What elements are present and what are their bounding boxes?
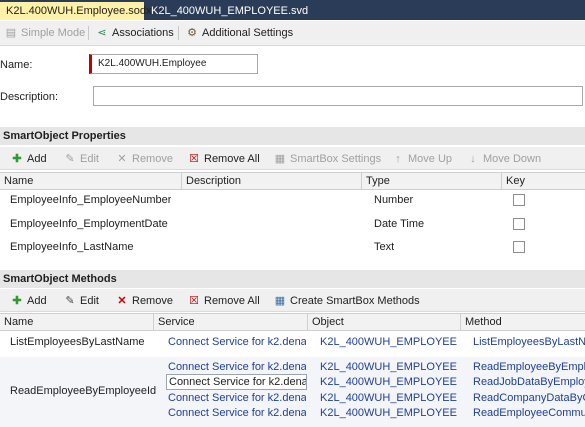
associations-icon: ⋖ xyxy=(97,27,107,39)
add-icon: ✚ xyxy=(12,153,22,165)
key-checkbox[interactable] xyxy=(513,218,525,230)
edit-method-button[interactable]: ✎ Edit xyxy=(63,293,99,309)
column-header-method[interactable]: Method xyxy=(461,314,585,330)
method-name: ReadEmployeeByEmployeeId xyxy=(10,385,157,397)
method-method: ReadEmployeeByEmploy xyxy=(473,361,585,373)
edit-property-button[interactable]: ✎ Edit xyxy=(63,151,99,167)
key-checkbox[interactable] xyxy=(513,241,525,253)
column-header-name[interactable]: Name xyxy=(0,173,182,189)
method-name: ListEmployeesByLastName xyxy=(10,336,145,348)
tab-label: K2L.400WUH.Employee.sodx xyxy=(6,5,152,17)
move-up-button[interactable]: ↑ Move Up xyxy=(391,151,452,167)
method-service: Connect Service for k2.denallix.c xyxy=(168,392,306,404)
tab-employee-svd[interactable]: K2L_400WUH_EMPLOYEE.svd xyxy=(145,2,314,20)
method-object: K2L_400WUH_EMPLOYEE xyxy=(320,407,457,419)
method-object: K2L_400WUH_EMPLOYEE xyxy=(320,361,457,373)
smartbox-settings-button[interactable]: ▦ SmartBox Settings xyxy=(273,151,381,167)
column-header-description[interactable]: Description xyxy=(182,173,362,189)
settings-icon: ⚙ xyxy=(187,27,197,39)
column-header-type[interactable]: Type xyxy=(362,173,502,189)
method-method: ListEmployeesByLastNam xyxy=(473,336,585,348)
document-tab-bar: K2L.400WUH.Employee.sodx ✕ K2L_400WUH_EMP… xyxy=(0,0,585,20)
smartbox-icon: ▦ xyxy=(274,295,286,307)
properties-toolbar: ✚ Add ✎ Edit ✕ Remove ☒ Remove All ▦ SmartBox… xyxy=(0,147,585,170)
remove-all-icon: ☒ xyxy=(189,153,199,165)
smartbox-settings-icon: ▦ xyxy=(274,153,286,165)
edit-icon: ✎ xyxy=(65,153,75,165)
name-field[interactable]: K2L.400WUH.Employee xyxy=(89,54,258,74)
add-icon: ✚ xyxy=(12,295,22,307)
associations-button[interactable]: ⋖ Associations xyxy=(95,25,173,41)
property-name: EmployeeInfo_EmploymentDate xyxy=(10,218,168,230)
arrow-up-icon: ↑ xyxy=(395,153,401,165)
add-method-button[interactable]: ✚ Add xyxy=(10,293,46,309)
methods-toolbar: ✚ Add ✎ Edit ✕ Remove ☒ Remove All ▦ Create S… xyxy=(0,289,585,312)
designer-toolbar: ▤ Simple Mode ⋖ Associations ⚙ Additional S… xyxy=(0,21,585,46)
move-down-button[interactable]: ↓ Move Down xyxy=(466,151,541,167)
add-property-button[interactable]: ✚ Add xyxy=(10,151,46,167)
methods-table-header: Name Service Object Method xyxy=(0,313,585,331)
properties-table-header: Name Description Type Key xyxy=(0,172,585,190)
remove-icon: ✕ xyxy=(117,153,127,165)
edit-icon: ✎ xyxy=(65,295,75,307)
method-service: Connect Service for k2.denallix.c xyxy=(168,361,306,373)
remove-property-button[interactable]: ✕ Remove xyxy=(115,151,173,167)
column-header-object[interactable]: Object xyxy=(308,314,461,330)
remove-all-methods-button[interactable]: ☒ Remove All xyxy=(187,293,260,309)
properties-section-header: SmartObject Properties xyxy=(0,127,585,145)
method-object: K2L_400WUH_EMPLOYEE xyxy=(320,336,457,348)
remove-all-properties-button[interactable]: ☒ Remove All xyxy=(187,151,260,167)
tab-label: K2L_400WUH_EMPLOYEE.svd xyxy=(151,5,309,17)
remove-icon: ✕ xyxy=(117,295,127,307)
remove-all-icon: ☒ xyxy=(189,295,199,307)
method-object: K2L_400WUH_EMPLOYEE xyxy=(320,392,457,404)
name-label: Name: xyxy=(0,59,33,71)
method-object: K2L_400WUH_EMPLOYEE xyxy=(320,376,457,388)
additional-settings-button[interactable]: ⚙ Additional Settings xyxy=(185,25,293,41)
arrow-down-icon: ↓ xyxy=(470,153,476,165)
column-header-service[interactable]: Service xyxy=(154,314,308,330)
property-type: Text xyxy=(374,241,395,253)
key-checkbox[interactable] xyxy=(513,194,525,206)
toolbar-divider xyxy=(178,26,179,40)
column-header-key[interactable]: Key xyxy=(502,173,585,189)
method-service: Connect Service for k2.denallix.c xyxy=(168,407,306,419)
method-method: ReadCompanyDataByCo xyxy=(473,392,585,404)
property-type: Number xyxy=(374,194,414,206)
methods-section-header: SmartObject Methods xyxy=(0,270,585,288)
column-header-name[interactable]: Name xyxy=(0,314,154,330)
property-name: EmployeeInfo_EmployeeNumber xyxy=(10,194,172,206)
toolbar-divider xyxy=(88,26,89,40)
method-method: ReadJobDataByEmployee xyxy=(473,376,585,388)
method-method: ReadEmployeeCommuni xyxy=(473,407,585,419)
simple-mode-button[interactable]: ▤ Simple Mode xyxy=(4,25,85,41)
description-label: Description: xyxy=(0,91,59,103)
simple-mode-icon: ▤ xyxy=(5,27,17,39)
create-smartbox-methods-button[interactable]: ▦ Create SmartBox Methods xyxy=(273,293,420,309)
property-type: Date Time xyxy=(374,218,425,230)
method-service: Connect Service for k2.denallix.c xyxy=(168,336,306,348)
description-field[interactable] xyxy=(93,86,583,106)
remove-method-button[interactable]: ✕ Remove xyxy=(115,293,173,309)
method-service: Connect Service for k2.denallix.c xyxy=(166,374,307,390)
tab-employee-sodx[interactable]: K2L.400WUH.Employee.sodx ✕ xyxy=(0,2,166,20)
property-name: EmployeeInfo_LastName xyxy=(10,241,134,253)
